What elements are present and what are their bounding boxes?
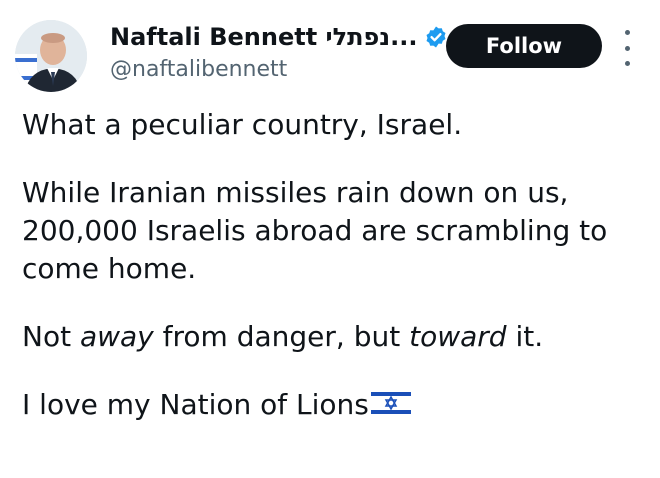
avatar-photo [15,20,87,92]
tweet-line-1: What a peculiar country, Israel. [22,108,463,141]
text-segment: Not [22,320,80,353]
text-segment: from danger, but [153,320,410,353]
follow-button[interactable]: Follow [446,24,602,68]
more-vertical-icon[interactable] [620,30,634,66]
tweet-paragraph-3: Not away from danger, but toward it. [22,318,652,356]
author-display-name[interactable]: Naftali Bennett נפתלי... [110,22,418,52]
author-handle[interactable]: @naftalibennett [110,56,287,84]
emphasis-away: away [79,320,154,353]
verified-badge-icon[interactable] [424,25,448,49]
tweet-paragraph-2: While Iranian missiles rain down on us, … [22,176,608,285]
tweet-line-4: I love my Nation of Lions [22,386,652,427]
emphasis-toward: toward [409,320,507,353]
author-name-row: Naftali Bennett נפתלי... [110,22,448,52]
tweet-line-4-text: I love my Nation of Lions [22,388,369,421]
israel-flag-icon [370,389,411,427]
tweet-text: What a peculiar country, Israel. While I… [22,106,652,457]
avatar[interactable] [15,20,87,92]
text-segment: it. [506,320,544,353]
tweet-header: Naftali Bennett נפתלי... @naftalibennett… [0,0,660,100]
